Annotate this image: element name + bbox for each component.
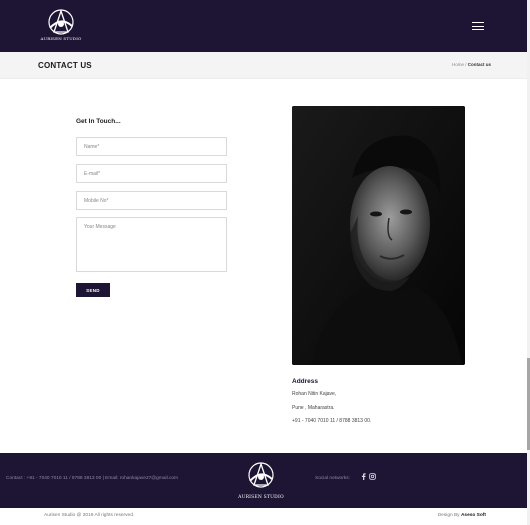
name-field[interactable]: [76, 137, 227, 156]
address-city: Pune , Maharastra.: [292, 405, 335, 411]
page-title-bar: CONTACT US Home / Contact us: [0, 52, 530, 79]
credit-link[interactable]: Aseso Soft: [461, 513, 486, 518]
email-field[interactable]: [76, 164, 227, 183]
footer-contact-info: Contact : +91 - 7040 7010 11 / 8788 3813…: [6, 476, 179, 481]
address-name: Rohan Nitin Kajave,: [292, 391, 337, 397]
breadcrumb: Home / Contact us: [452, 62, 491, 67]
bottom-bar: Aurisen Studio @ 2019 All rights reserve…: [0, 508, 530, 525]
breadcrumb-current: Contact us: [467, 62, 491, 67]
hamburger-menu-icon[interactable]: [472, 22, 484, 32]
address-phone: +91 - 7040 7010 11 / 8788 3813 00.: [292, 418, 372, 424]
footer-aurisen-logo[interactable]: [242, 457, 280, 497]
send-button[interactable]: SEND: [76, 283, 110, 297]
credit-prefix: Design By: [437, 513, 460, 518]
footer-logo-wordmark: AURISEN STUDIO: [238, 495, 284, 500]
profile-photo: [292, 106, 465, 365]
breadcrumb-home-link[interactable]: Home: [452, 62, 464, 67]
copyright-text: Aurisen Studio @ 2019 All rights reserve…: [44, 513, 135, 518]
instagram-icon[interactable]: [369, 473, 376, 482]
facebook-icon[interactable]: [361, 473, 366, 482]
message-field[interactable]: [76, 217, 227, 272]
form-heading: Get In Touch...: [76, 118, 121, 125]
footer: Contact : +91 - 7040 7010 11 / 8788 3813…: [0, 453, 530, 508]
mobile-field[interactable]: [76, 191, 227, 210]
top-navbar: AURISEN STUDIO: [0, 0, 530, 52]
logo-wordmark: AURISEN STUDIO: [40, 36, 82, 41]
design-credit: Design By Aseso Soft: [438, 513, 486, 518]
social-networks-label: Social networks:: [315, 476, 350, 481]
page-title: CONTACT US: [38, 61, 92, 70]
address-heading: Address: [292, 378, 319, 385]
